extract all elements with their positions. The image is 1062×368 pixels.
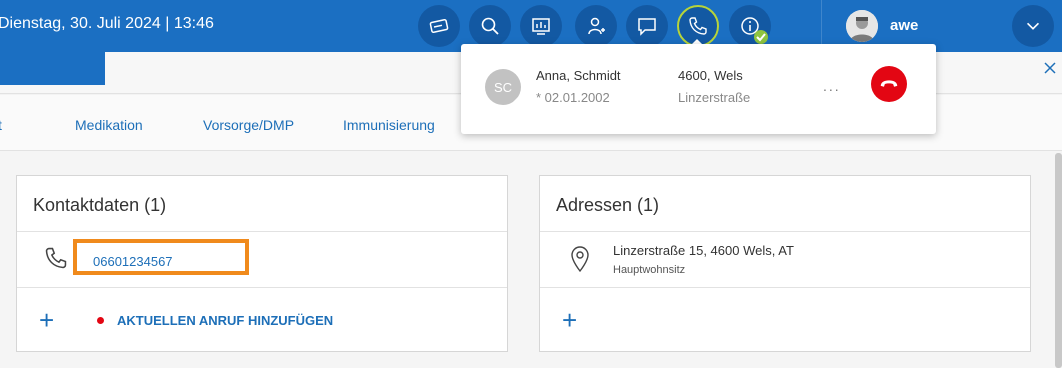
user-menu-button[interactable] bbox=[1012, 5, 1054, 47]
more-options-icon[interactable]: ... bbox=[823, 78, 841, 94]
divider bbox=[540, 231, 1030, 232]
close-icon[interactable] bbox=[1043, 61, 1057, 75]
active-patient-tab[interactable] bbox=[0, 52, 105, 85]
phone-number-highlight[interactable]: 06601234567 bbox=[73, 239, 249, 275]
address-line: Linzerstraße 15, 4600 Wels, AT bbox=[613, 243, 794, 258]
check-badge-icon bbox=[754, 30, 768, 44]
card-button[interactable] bbox=[418, 5, 460, 47]
hangup-phone-icon bbox=[880, 80, 898, 87]
address-card: Adressen (1) Linzerstraße 15, 4600 Wels,… bbox=[539, 175, 1031, 352]
tab-vorsorge-dmp[interactable]: Vorsorge/DMP bbox=[203, 117, 294, 133]
tab-immunisierung[interactable]: Immunisierung bbox=[343, 117, 435, 133]
caller-city: 4600, Wels bbox=[678, 68, 743, 83]
chevron-down-icon bbox=[1026, 22, 1040, 30]
address-card-title: Adressen (1) bbox=[556, 195, 660, 215]
divider bbox=[540, 287, 1030, 288]
phone-icon bbox=[689, 17, 707, 35]
contact-card: Kontaktdaten (1) 06601234567 + AKTUELLEN… bbox=[16, 175, 508, 352]
phone-number-link[interactable]: 06601234567 bbox=[93, 254, 173, 269]
call-popup: SC Anna, Schmidt * 02.01.2002 4600, Wels… bbox=[461, 44, 936, 134]
hangup-button[interactable] bbox=[871, 66, 907, 102]
address-type: Hauptwohnsitz bbox=[613, 264, 686, 276]
chat-button[interactable] bbox=[626, 5, 668, 47]
tab-medikation[interactable]: Medikation bbox=[75, 117, 143, 133]
datetime-label: Dienstag, 30. Juli 2024 | 13:46 bbox=[0, 15, 214, 32]
monitor-chart-icon bbox=[532, 18, 550, 35]
info-button[interactable] bbox=[729, 5, 771, 47]
contact-card-title: Kontaktdaten (1) bbox=[33, 195, 167, 215]
add-address-icon[interactable]: + bbox=[562, 307, 577, 333]
add-person-icon bbox=[588, 17, 605, 35]
add-contact-icon[interactable]: + bbox=[39, 307, 54, 333]
tab-partial[interactable]: t bbox=[0, 117, 2, 133]
divider bbox=[17, 287, 507, 288]
search-icon bbox=[481, 17, 499, 35]
user-avatar[interactable] bbox=[846, 10, 878, 42]
divider bbox=[17, 231, 507, 232]
add-current-call-button[interactable]: AKTUELLEN ANRUF HINZUFÜGEN bbox=[117, 313, 333, 328]
search-button[interactable] bbox=[469, 5, 511, 47]
chat-icon bbox=[638, 18, 656, 36]
recording-dot-icon bbox=[97, 317, 104, 324]
add-person-button[interactable] bbox=[575, 5, 617, 47]
caller-dob: * 02.01.2002 bbox=[536, 90, 610, 105]
scrollbar[interactable] bbox=[1055, 153, 1062, 368]
phone-icon bbox=[45, 247, 67, 269]
edit-pencil-icon[interactable] bbox=[511, 95, 521, 105]
user-avatar-icon bbox=[846, 10, 878, 42]
monitor-chart-button[interactable] bbox=[520, 5, 562, 47]
card-icon bbox=[429, 18, 449, 34]
username-label[interactable]: awe bbox=[890, 17, 918, 34]
caller-name[interactable]: Anna, Schmidt bbox=[536, 68, 621, 83]
location-pin-icon bbox=[571, 246, 589, 273]
caller-street: Linzerstraße bbox=[678, 90, 751, 105]
